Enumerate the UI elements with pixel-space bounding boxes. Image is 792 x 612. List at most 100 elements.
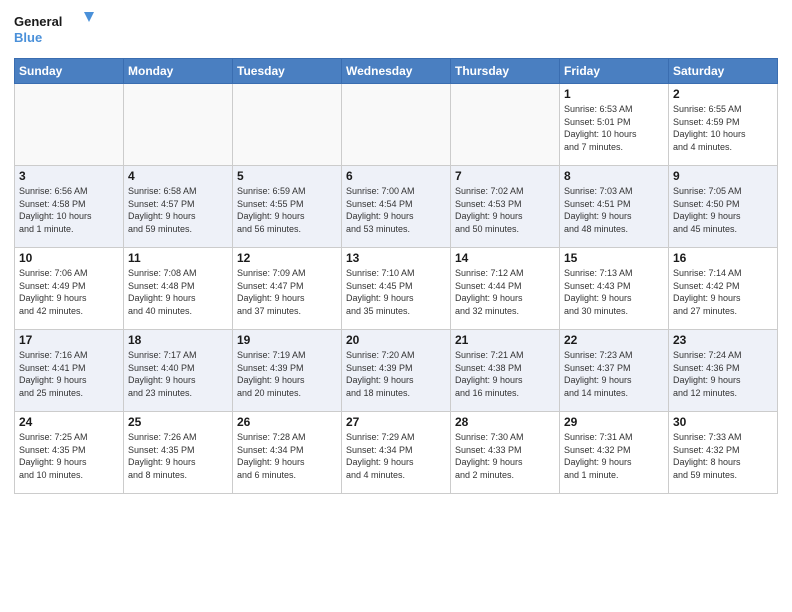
day-info: Sunrise: 7:09 AM Sunset: 4:47 PM Dayligh… bbox=[237, 267, 337, 317]
calendar-cell: 20 Sunrise: 7:20 AM Sunset: 4:39 PM Dayli… bbox=[342, 330, 451, 412]
day-number: 1 bbox=[564, 87, 664, 101]
day-number: 20 bbox=[346, 333, 446, 347]
day-number: 22 bbox=[564, 333, 664, 347]
calendar-cell: 12Sunrise: 7:09 AM Sunset: 4:47 PM Dayli… bbox=[233, 248, 342, 330]
day-number: 9 bbox=[673, 169, 773, 183]
calendar-cell: 24 Sunrise: 7:25 AM Sunset: 4:35 PM Dayli… bbox=[15, 412, 124, 494]
day-number: 3 bbox=[19, 169, 119, 183]
calendar-table: SundayMondayTuesdayWednesdayThursdayFrid… bbox=[14, 58, 778, 494]
weekday-header: Tuesday bbox=[233, 59, 342, 84]
day-number: 18 bbox=[128, 333, 228, 347]
calendar-cell bbox=[124, 84, 233, 166]
day-number: 5 bbox=[237, 169, 337, 183]
calendar-cell: 10Sunrise: 7:06 AM Sunset: 4:49 PM Dayli… bbox=[15, 248, 124, 330]
day-info: Sunrise: 7:26 AM Sunset: 4:35 PM Dayligh… bbox=[128, 431, 228, 481]
calendar-cell: 5Sunrise: 6:59 AM Sunset: 4:55 PM Daylig… bbox=[233, 166, 342, 248]
calendar-week-row: 10Sunrise: 7:06 AM Sunset: 4:49 PM Dayli… bbox=[15, 248, 778, 330]
day-info: Sunrise: 7:14 AM Sunset: 4:42 PM Dayligh… bbox=[673, 267, 773, 317]
day-info: Sunrise: 7:10 AM Sunset: 4:45 PM Dayligh… bbox=[346, 267, 446, 317]
day-info: Sunrise: 7:25 AM Sunset: 4:35 PM Dayligh… bbox=[19, 431, 119, 481]
calendar-cell bbox=[15, 84, 124, 166]
calendar-cell: 4 Sunrise: 6:58 AM Sunset: 4:57 PM Daylig… bbox=[124, 166, 233, 248]
calendar-cell: 15 Sunrise: 7:13 AM Sunset: 4:43 PM Dayli… bbox=[560, 248, 669, 330]
day-number: 29 bbox=[564, 415, 664, 429]
calendar-cell: 13Sunrise: 7:10 AM Sunset: 4:45 PM Dayli… bbox=[342, 248, 451, 330]
calendar-cell: 27 Sunrise: 7:29 AM Sunset: 4:34 PM Dayli… bbox=[342, 412, 451, 494]
day-info: Sunrise: 7:23 AM Sunset: 4:37 PM Dayligh… bbox=[564, 349, 664, 399]
calendar-cell: 3 Sunrise: 6:56 AM Sunset: 4:58 PM Daylig… bbox=[15, 166, 124, 248]
calendar-cell: 11 Sunrise: 7:08 AM Sunset: 4:48 PM Dayli… bbox=[124, 248, 233, 330]
day-number: 25 bbox=[128, 415, 228, 429]
header: General Blue bbox=[14, 10, 778, 50]
day-number: 11 bbox=[128, 251, 228, 265]
calendar-header-row: SundayMondayTuesdayWednesdayThursdayFrid… bbox=[15, 59, 778, 84]
day-info: Sunrise: 7:02 AM Sunset: 4:53 PM Dayligh… bbox=[455, 185, 555, 235]
day-number: 4 bbox=[128, 169, 228, 183]
calendar-cell: 23 Sunrise: 7:24 AM Sunset: 4:36 PM Dayli… bbox=[669, 330, 778, 412]
calendar-week-row: 24 Sunrise: 7:25 AM Sunset: 4:35 PM Dayli… bbox=[15, 412, 778, 494]
calendar-cell: 8Sunrise: 7:03 AM Sunset: 4:51 PM Daylig… bbox=[560, 166, 669, 248]
day-info: Sunrise: 7:29 AM Sunset: 4:34 PM Dayligh… bbox=[346, 431, 446, 481]
calendar-cell bbox=[342, 84, 451, 166]
calendar-cell: 21 Sunrise: 7:21 AM Sunset: 4:38 PM Dayli… bbox=[451, 330, 560, 412]
day-info: Sunrise: 7:03 AM Sunset: 4:51 PM Dayligh… bbox=[564, 185, 664, 235]
calendar-cell: 1 Sunrise: 6:53 AM Sunset: 5:01 PM Daylig… bbox=[560, 84, 669, 166]
weekday-header: Saturday bbox=[669, 59, 778, 84]
calendar-week-row: 17 Sunrise: 7:16 AM Sunset: 4:41 PM Dayli… bbox=[15, 330, 778, 412]
day-number: 10 bbox=[19, 251, 119, 265]
logo: General Blue bbox=[14, 10, 94, 50]
weekday-header: Wednesday bbox=[342, 59, 451, 84]
calendar-cell: 26Sunrise: 7:28 AM Sunset: 4:34 PM Dayli… bbox=[233, 412, 342, 494]
weekday-header: Thursday bbox=[451, 59, 560, 84]
day-number: 24 bbox=[19, 415, 119, 429]
day-info: Sunrise: 7:19 AM Sunset: 4:39 PM Dayligh… bbox=[237, 349, 337, 399]
svg-text:Blue: Blue bbox=[14, 30, 42, 45]
day-info: Sunrise: 6:55 AM Sunset: 4:59 PM Dayligh… bbox=[673, 103, 773, 153]
day-info: Sunrise: 7:16 AM Sunset: 4:41 PM Dayligh… bbox=[19, 349, 119, 399]
day-number: 21 bbox=[455, 333, 555, 347]
weekday-header: Sunday bbox=[15, 59, 124, 84]
day-number: 2 bbox=[673, 87, 773, 101]
day-number: 17 bbox=[19, 333, 119, 347]
day-info: Sunrise: 7:00 AM Sunset: 4:54 PM Dayligh… bbox=[346, 185, 446, 235]
svg-text:General: General bbox=[14, 14, 62, 29]
day-number: 15 bbox=[564, 251, 664, 265]
day-info: Sunrise: 6:53 AM Sunset: 5:01 PM Dayligh… bbox=[564, 103, 664, 153]
day-info: Sunrise: 7:30 AM Sunset: 4:33 PM Dayligh… bbox=[455, 431, 555, 481]
day-info: Sunrise: 7:17 AM Sunset: 4:40 PM Dayligh… bbox=[128, 349, 228, 399]
logo-svg: General Blue bbox=[14, 10, 94, 50]
day-number: 26 bbox=[237, 415, 337, 429]
day-info: Sunrise: 7:08 AM Sunset: 4:48 PM Dayligh… bbox=[128, 267, 228, 317]
calendar-cell: 6 Sunrise: 7:00 AM Sunset: 4:54 PM Daylig… bbox=[342, 166, 451, 248]
day-info: Sunrise: 7:20 AM Sunset: 4:39 PM Dayligh… bbox=[346, 349, 446, 399]
calendar-cell: 18 Sunrise: 7:17 AM Sunset: 4:40 PM Dayli… bbox=[124, 330, 233, 412]
weekday-header: Friday bbox=[560, 59, 669, 84]
day-number: 30 bbox=[673, 415, 773, 429]
calendar-week-row: 3 Sunrise: 6:56 AM Sunset: 4:58 PM Daylig… bbox=[15, 166, 778, 248]
day-number: 7 bbox=[455, 169, 555, 183]
day-number: 23 bbox=[673, 333, 773, 347]
calendar-week-row: 1 Sunrise: 6:53 AM Sunset: 5:01 PM Daylig… bbox=[15, 84, 778, 166]
day-info: Sunrise: 7:31 AM Sunset: 4:32 PM Dayligh… bbox=[564, 431, 664, 481]
calendar-cell: 7 Sunrise: 7:02 AM Sunset: 4:53 PM Daylig… bbox=[451, 166, 560, 248]
calendar-cell: 28Sunrise: 7:30 AM Sunset: 4:33 PM Dayli… bbox=[451, 412, 560, 494]
calendar-cell: 29 Sunrise: 7:31 AM Sunset: 4:32 PM Dayli… bbox=[560, 412, 669, 494]
day-number: 27 bbox=[346, 415, 446, 429]
page: General Blue SundayMondayTuesdayWednesda… bbox=[0, 0, 792, 612]
calendar-cell bbox=[451, 84, 560, 166]
weekday-header: Monday bbox=[124, 59, 233, 84]
calendar-cell: 16Sunrise: 7:14 AM Sunset: 4:42 PM Dayli… bbox=[669, 248, 778, 330]
day-info: Sunrise: 6:58 AM Sunset: 4:57 PM Dayligh… bbox=[128, 185, 228, 235]
day-info: Sunrise: 7:05 AM Sunset: 4:50 PM Dayligh… bbox=[673, 185, 773, 235]
calendar-cell: 19 Sunrise: 7:19 AM Sunset: 4:39 PM Dayli… bbox=[233, 330, 342, 412]
calendar-cell: 2 Sunrise: 6:55 AM Sunset: 4:59 PM Daylig… bbox=[669, 84, 778, 166]
calendar-cell: 9 Sunrise: 7:05 AM Sunset: 4:50 PM Daylig… bbox=[669, 166, 778, 248]
calendar-cell: 30Sunrise: 7:33 AM Sunset: 4:32 PM Dayli… bbox=[669, 412, 778, 494]
day-info: Sunrise: 6:56 AM Sunset: 4:58 PM Dayligh… bbox=[19, 185, 119, 235]
day-info: Sunrise: 7:13 AM Sunset: 4:43 PM Dayligh… bbox=[564, 267, 664, 317]
day-info: Sunrise: 7:24 AM Sunset: 4:36 PM Dayligh… bbox=[673, 349, 773, 399]
day-info: Sunrise: 7:12 AM Sunset: 4:44 PM Dayligh… bbox=[455, 267, 555, 317]
day-info: Sunrise: 7:21 AM Sunset: 4:38 PM Dayligh… bbox=[455, 349, 555, 399]
day-number: 6 bbox=[346, 169, 446, 183]
day-number: 19 bbox=[237, 333, 337, 347]
